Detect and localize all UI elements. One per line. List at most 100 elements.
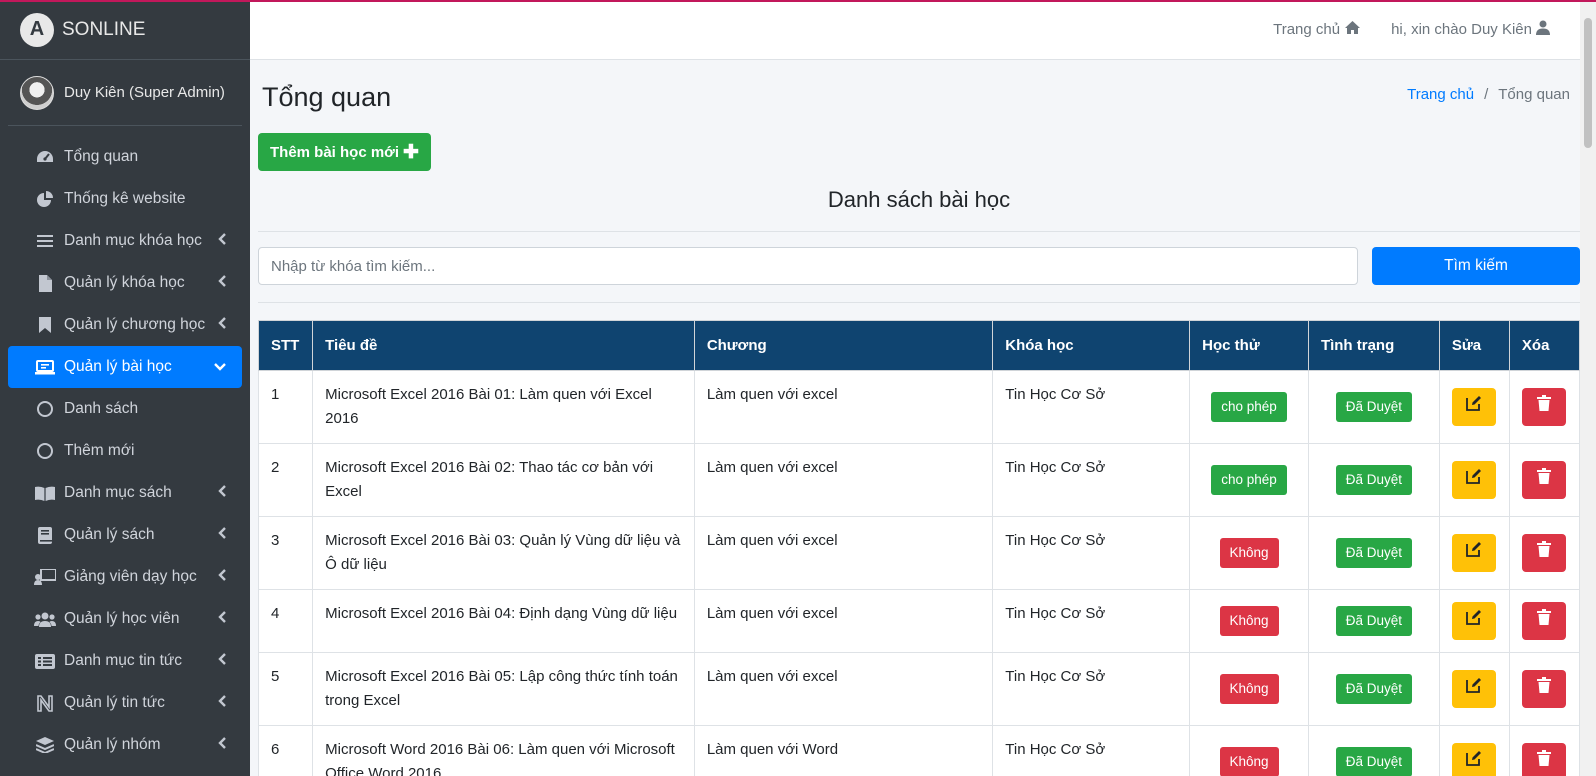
sidebar-item-quan-ly-bai-hoc[interactable]: Quản lý bài học: [8, 346, 242, 388]
column-header-xoa[interactable]: Xóa: [1508, 320, 1581, 371]
trash-icon: [1537, 750, 1552, 774]
edit-button[interactable]: [1452, 388, 1497, 426]
status-badge[interactable]: Đã Duyệt: [1335, 538, 1413, 568]
column-header-khoa-hoc[interactable]: Khóa học: [992, 320, 1191, 371]
edit-icon: [1466, 395, 1482, 419]
sidebar-item-label: Thống kê website: [64, 190, 186, 207]
user-panel[interactable]: Duy Kiên (Super Admin): [8, 60, 242, 126]
edit-button[interactable]: [1452, 534, 1497, 572]
edit-button[interactable]: [1452, 602, 1497, 640]
sidebar-item-quan-ly-chuong-hoc[interactable]: Quản lý chương học: [8, 304, 242, 346]
page-header: Tổng quan Trang chủ / Tổng quan: [250, 60, 1580, 128]
table-row: 4 Microsoft Excel 2016 Bài 04: Định dạng …: [257, 589, 1581, 653]
chevron-left-icon: [218, 233, 226, 248]
edit-icon: [1466, 609, 1482, 633]
column-header-tieu-de[interactable]: Tiêu đề: [312, 320, 695, 371]
column-header-hoc-thu[interactable]: Học thử: [1189, 320, 1309, 371]
book-icon: [34, 525, 56, 545]
trial-badge[interactable]: cho phép: [1211, 392, 1287, 422]
status-badge[interactable]: Đã Duyệt: [1335, 465, 1413, 495]
topbar-user-link[interactable]: hi, xin chào Duy Kiên: [1391, 20, 1550, 39]
users-icon: [34, 609, 56, 629]
delete-button[interactable]: [1522, 743, 1567, 776]
trial-badge[interactable]: Không: [1219, 747, 1279, 776]
edit-button[interactable]: [1452, 743, 1497, 776]
home-icon: [1344, 20, 1361, 39]
column-header-sua[interactable]: Sửa: [1438, 320, 1510, 371]
trial-badge[interactable]: cho phép: [1211, 465, 1287, 495]
delete-button[interactable]: [1522, 602, 1567, 640]
sidebar-item-thong-ke-website[interactable]: Thống kê website: [8, 178, 242, 220]
bookmark-icon: [34, 315, 56, 335]
sidebar-item-label: Danh mục sách: [64, 484, 172, 501]
edit-button[interactable]: [1452, 670, 1497, 708]
cell-delete: [1508, 725, 1581, 776]
brand-name: SONLINE: [62, 18, 146, 40]
table-row: 3 Microsoft Excel 2016 Bài 03: Quản lý Vù…: [257, 516, 1581, 590]
brand[interactable]: A SONLINE: [0, 0, 250, 60]
delete-button[interactable]: [1522, 388, 1567, 426]
sidebar-item-quan-ly-hoc-vien[interactable]: Quản lý học viên: [8, 598, 242, 640]
delete-button[interactable]: [1522, 461, 1567, 499]
trial-badge[interactable]: Không: [1219, 606, 1279, 636]
brand-logo: A: [20, 12, 54, 47]
sidebar-item-danh-muc-sach[interactable]: Danh mục sách: [8, 472, 242, 514]
breadcrumb-home[interactable]: Trang chủ: [1407, 86, 1474, 103]
trash-icon: [1537, 395, 1552, 419]
sidebar-item-danh-sach[interactable]: Danh sách: [8, 388, 242, 430]
scrollbar-thumb[interactable]: [1584, 18, 1592, 148]
table-row: 5 Microsoft Excel 2016 Bài 05: Lập công t…: [257, 652, 1581, 726]
page-scrollbar[interactable]: [1580, 0, 1596, 776]
status-badge[interactable]: Đã Duyệt: [1335, 606, 1413, 636]
trial-badge[interactable]: Không: [1219, 538, 1279, 568]
cell-chapter: Làm quen với excel: [693, 589, 994, 653]
edit-button[interactable]: [1452, 461, 1497, 499]
pie-chart-icon: [34, 189, 56, 209]
sidebar-item-danh-muc-khoa-hoc[interactable]: Danh mục khóa học: [8, 220, 242, 262]
sidebar: A SONLINE Duy Kiên (Super Admin) Tổng qu…: [0, 0, 250, 776]
sidebar-item-them-moi[interactable]: Thêm mới: [8, 430, 242, 472]
cell-chapter: Làm quen với excel: [693, 443, 994, 517]
search-input[interactable]: [258, 247, 1358, 285]
cell-status: Đã Duyệt: [1307, 725, 1440, 776]
chevron-left-icon: [218, 569, 226, 584]
chevron-left-icon: [218, 317, 226, 332]
trash-icon: [1537, 468, 1552, 492]
edit-icon: [1466, 468, 1482, 492]
sidebar-item-quan-ly-nhom[interactable]: Quản lý nhóm: [8, 724, 242, 766]
cell-trial: Không: [1189, 725, 1309, 776]
sidebar-item-danh-muc-tin-tuc[interactable]: Danh mục tin tức: [8, 640, 242, 682]
cell-edit: [1438, 725, 1510, 776]
column-header-stt[interactable]: STT: [257, 320, 314, 371]
sidebar-item-tong-quan[interactable]: Tổng quan: [8, 136, 242, 178]
search-button[interactable]: Tìm kiếm: [1372, 247, 1580, 285]
status-badge[interactable]: Đã Duyệt: [1335, 674, 1413, 704]
trash-icon: [1537, 677, 1552, 701]
main-content: Trang chủ hi, xin chào Duy Kiên Tổng qua…: [250, 0, 1581, 776]
chevron-left-icon: [218, 695, 226, 710]
status-badge[interactable]: Đã Duyệt: [1335, 392, 1413, 422]
delete-button[interactable]: [1522, 670, 1567, 708]
cell-status: Đã Duyệt: [1307, 443, 1440, 517]
sidebar-item-label: Giảng viên dạy học: [64, 568, 197, 585]
chevron-left-icon: [218, 485, 226, 500]
trial-badge[interactable]: Không: [1219, 674, 1279, 704]
table-row: 6 Microsoft Word 2016 Bài 06: Làm quen vớ…: [257, 725, 1581, 776]
cell-delete: [1508, 516, 1581, 590]
status-badge[interactable]: Đã Duyệt: [1335, 747, 1413, 776]
chevron-left-icon: [218, 611, 226, 626]
add-lesson-button[interactable]: Thêm bài học mới ✚: [258, 133, 431, 171]
topbar-home-link[interactable]: Trang chủ: [1273, 20, 1361, 39]
delete-button[interactable]: [1522, 534, 1567, 572]
laptop-icon: [34, 357, 56, 377]
column-header-chuong[interactable]: Chương: [693, 320, 994, 371]
sidebar-item-label: Thêm mới: [64, 442, 135, 459]
cell-chapter: Làm quen với Word: [693, 725, 994, 776]
file-icon: [34, 273, 56, 293]
list-title: Danh sách bài học: [258, 180, 1580, 232]
sidebar-item-quan-ly-sach[interactable]: Quản lý sách: [8, 514, 242, 556]
sidebar-item-giang-vien-day-hoc[interactable]: Giảng viên dạy học: [8, 556, 242, 598]
column-header-tinh-trang[interactable]: Tình trạng: [1307, 320, 1440, 371]
sidebar-item-quan-ly-khoa-hoc[interactable]: Quản lý khóa học: [8, 262, 242, 304]
sidebar-item-quan-ly-tin-tuc[interactable]: Quản lý tin tức: [8, 682, 242, 724]
